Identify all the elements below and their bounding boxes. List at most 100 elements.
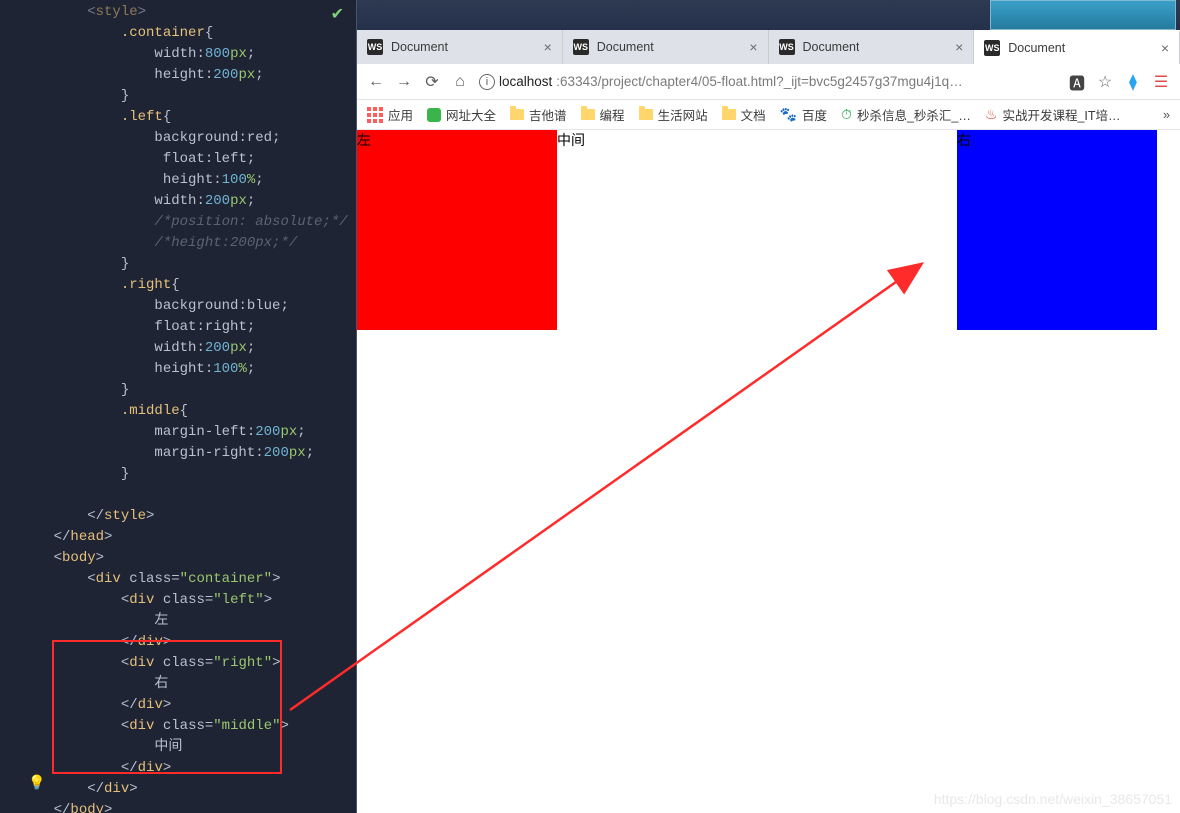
browser-tab[interactable]: WS Document × bbox=[357, 30, 563, 64]
nav-home-icon[interactable]: ⌂ bbox=[451, 73, 469, 91]
profile-icon[interactable]: ☰ bbox=[1152, 72, 1170, 92]
tab-close-icon[interactable]: × bbox=[749, 39, 757, 55]
code-line[interactable]: float:left; bbox=[20, 149, 356, 170]
demo-left: 左 bbox=[357, 130, 557, 330]
webstorm-favicon-icon: WS bbox=[367, 39, 383, 55]
code-line[interactable]: 中间 bbox=[20, 737, 356, 758]
extension-icon[interactable]: ⧫ bbox=[1124, 72, 1142, 92]
nav-back-icon[interactable]: ← bbox=[367, 73, 385, 91]
code-line[interactable]: </style> bbox=[20, 506, 356, 527]
intention-bulb-icon[interactable]: 💡 bbox=[28, 775, 45, 792]
bookmark-item[interactable]: 🐾百度 bbox=[780, 105, 827, 124]
site-info-icon[interactable]: i bbox=[479, 74, 495, 90]
apps-shortcut[interactable]: 应用 bbox=[367, 105, 413, 124]
code-line[interactable]: .right{ bbox=[20, 275, 356, 296]
bookmark-item[interactable]: 生活网站 bbox=[639, 105, 708, 124]
code-area[interactable]: <style> .container{ width:800px; height:… bbox=[0, 0, 356, 813]
code-line[interactable]: width:800px; bbox=[20, 44, 356, 65]
code-line[interactable]: .middle{ bbox=[20, 401, 356, 422]
code-line[interactable]: 右 bbox=[20, 674, 356, 695]
bookmark-item[interactable]: ♨实战开发课程_IT培… bbox=[985, 105, 1121, 124]
code-line[interactable]: width:200px; bbox=[20, 191, 356, 212]
folder-icon bbox=[510, 109, 524, 120]
url-path: :63343/project/chapter4/05-float.html?_i… bbox=[556, 74, 962, 89]
tab-close-icon[interactable]: × bbox=[955, 39, 963, 55]
bookmark-item[interactable]: 编程 bbox=[581, 105, 625, 124]
code-line[interactable]: height:100%; bbox=[20, 170, 356, 191]
tab-label: Document bbox=[391, 40, 448, 54]
code-line[interactable]: height:100%; bbox=[20, 359, 356, 380]
nav-forward-icon[interactable]: → bbox=[395, 73, 413, 91]
code-line[interactable]: </body> bbox=[20, 800, 356, 813]
code-line[interactable]: .left{ bbox=[20, 107, 356, 128]
code-line[interactable]: /*height:200px;*/ bbox=[20, 233, 356, 254]
bookmark-item[interactable]: ⏱ 秒杀信息_秒杀汇_… bbox=[841, 105, 971, 124]
code-line[interactable]: margin-left:200px; bbox=[20, 422, 356, 443]
flame-icon: ♨ bbox=[985, 106, 998, 123]
ide-mini-toolbar bbox=[357, 0, 1180, 30]
folder-icon bbox=[722, 109, 736, 120]
url-host: localhost bbox=[499, 74, 552, 89]
browser-tabs: WS Document × WS Document × WS Document × WS Docum… bbox=[357, 30, 1180, 64]
browser-window: WS Document × WS Document × WS Document × WS Docum… bbox=[356, 0, 1180, 813]
bookmarks-overflow-icon[interactable]: » bbox=[1163, 108, 1170, 122]
code-line[interactable]: background:blue; bbox=[20, 296, 356, 317]
browser-tab[interactable]: WS Document × bbox=[974, 30, 1180, 64]
watermark: https://blog.csdn.net/weixin_38657051 bbox=[934, 791, 1172, 807]
code-line[interactable]: </div> bbox=[20, 779, 356, 800]
folder-icon bbox=[581, 109, 595, 120]
code-line[interactable]: } bbox=[20, 86, 356, 107]
webstorm-favicon-icon: WS bbox=[779, 39, 795, 55]
browser-tab[interactable]: WS Document × bbox=[769, 30, 975, 64]
clock-icon: ⏱ bbox=[841, 106, 852, 123]
code-line[interactable]: width:200px; bbox=[20, 338, 356, 359]
code-line[interactable]: float:right; bbox=[20, 317, 356, 338]
ide-editor[interactable]: ✔ <style> .container{ width:800px; heigh… bbox=[0, 0, 356, 813]
tab-label: Document bbox=[1008, 41, 1065, 55]
code-line[interactable]: <div class="container"> bbox=[20, 569, 356, 590]
bookmark-item[interactable]: 文档 bbox=[722, 105, 766, 124]
code-line[interactable]: margin-right:200px; bbox=[20, 443, 356, 464]
translate-icon[interactable]: 🅰 bbox=[1068, 70, 1086, 94]
code-line[interactable]: } bbox=[20, 380, 356, 401]
code-line[interactable]: </div> bbox=[20, 758, 356, 779]
desktop-thumbnail bbox=[990, 0, 1176, 30]
tab-close-icon[interactable]: × bbox=[1161, 40, 1169, 56]
code-line[interactable]: <body> bbox=[20, 548, 356, 569]
webstorm-favicon-icon: WS bbox=[573, 39, 589, 55]
code-line[interactable]: </div> bbox=[20, 632, 356, 653]
code-line[interactable]: .container{ bbox=[20, 23, 356, 44]
tab-close-icon[interactable]: × bbox=[544, 39, 552, 55]
bookmark-star-icon[interactable]: ☆ bbox=[1096, 72, 1114, 92]
code-line[interactable]: </div> bbox=[20, 695, 356, 716]
code-line[interactable]: <div class="middle"> bbox=[20, 716, 356, 737]
code-line[interactable]: } bbox=[20, 254, 356, 275]
bookmark-label: 网址大全 bbox=[446, 105, 496, 124]
code-line[interactable] bbox=[20, 485, 356, 506]
code-line[interactable]: </head> bbox=[20, 527, 356, 548]
bookmark-item[interactable]: 网址大全 bbox=[427, 105, 496, 124]
bookmark-label: 秒杀信息_秒杀汇_… bbox=[857, 105, 971, 124]
apps-grid-icon bbox=[367, 107, 383, 123]
code-line[interactable]: <div class="left"> bbox=[20, 590, 356, 611]
code-line[interactable]: height:200px; bbox=[20, 65, 356, 86]
bookmark-label: 文档 bbox=[741, 105, 766, 124]
bookmark-item[interactable]: 吉他谱 bbox=[510, 105, 567, 124]
code-line[interactable]: <style> bbox=[20, 2, 356, 23]
bookmark-label: 百度 bbox=[802, 105, 827, 124]
browser-tab[interactable]: WS Document × bbox=[563, 30, 769, 64]
address-bar: ← → ⟳ ⌂ i localhost :63343/project/chapte… bbox=[357, 64, 1180, 100]
url-box[interactable]: i localhost :63343/project/chapter4/05-fl… bbox=[479, 74, 1058, 90]
bookmark-label: 吉他谱 bbox=[529, 105, 567, 124]
code-line[interactable]: 左 bbox=[20, 611, 356, 632]
tab-label: Document bbox=[597, 40, 654, 54]
webstorm-favicon-icon: WS bbox=[984, 40, 1000, 56]
code-line[interactable]: /*position: absolute;*/ bbox=[20, 212, 356, 233]
nav-reload-icon[interactable]: ⟳ bbox=[423, 72, 441, 92]
tab-label: Document bbox=[803, 40, 860, 54]
folder-icon bbox=[639, 109, 653, 120]
code-line[interactable]: <div class="right"> bbox=[20, 653, 356, 674]
code-line[interactable]: background:red; bbox=[20, 128, 356, 149]
code-line[interactable]: } bbox=[20, 464, 356, 485]
page-viewport[interactable]: 左 右 中间 bbox=[357, 130, 1180, 813]
